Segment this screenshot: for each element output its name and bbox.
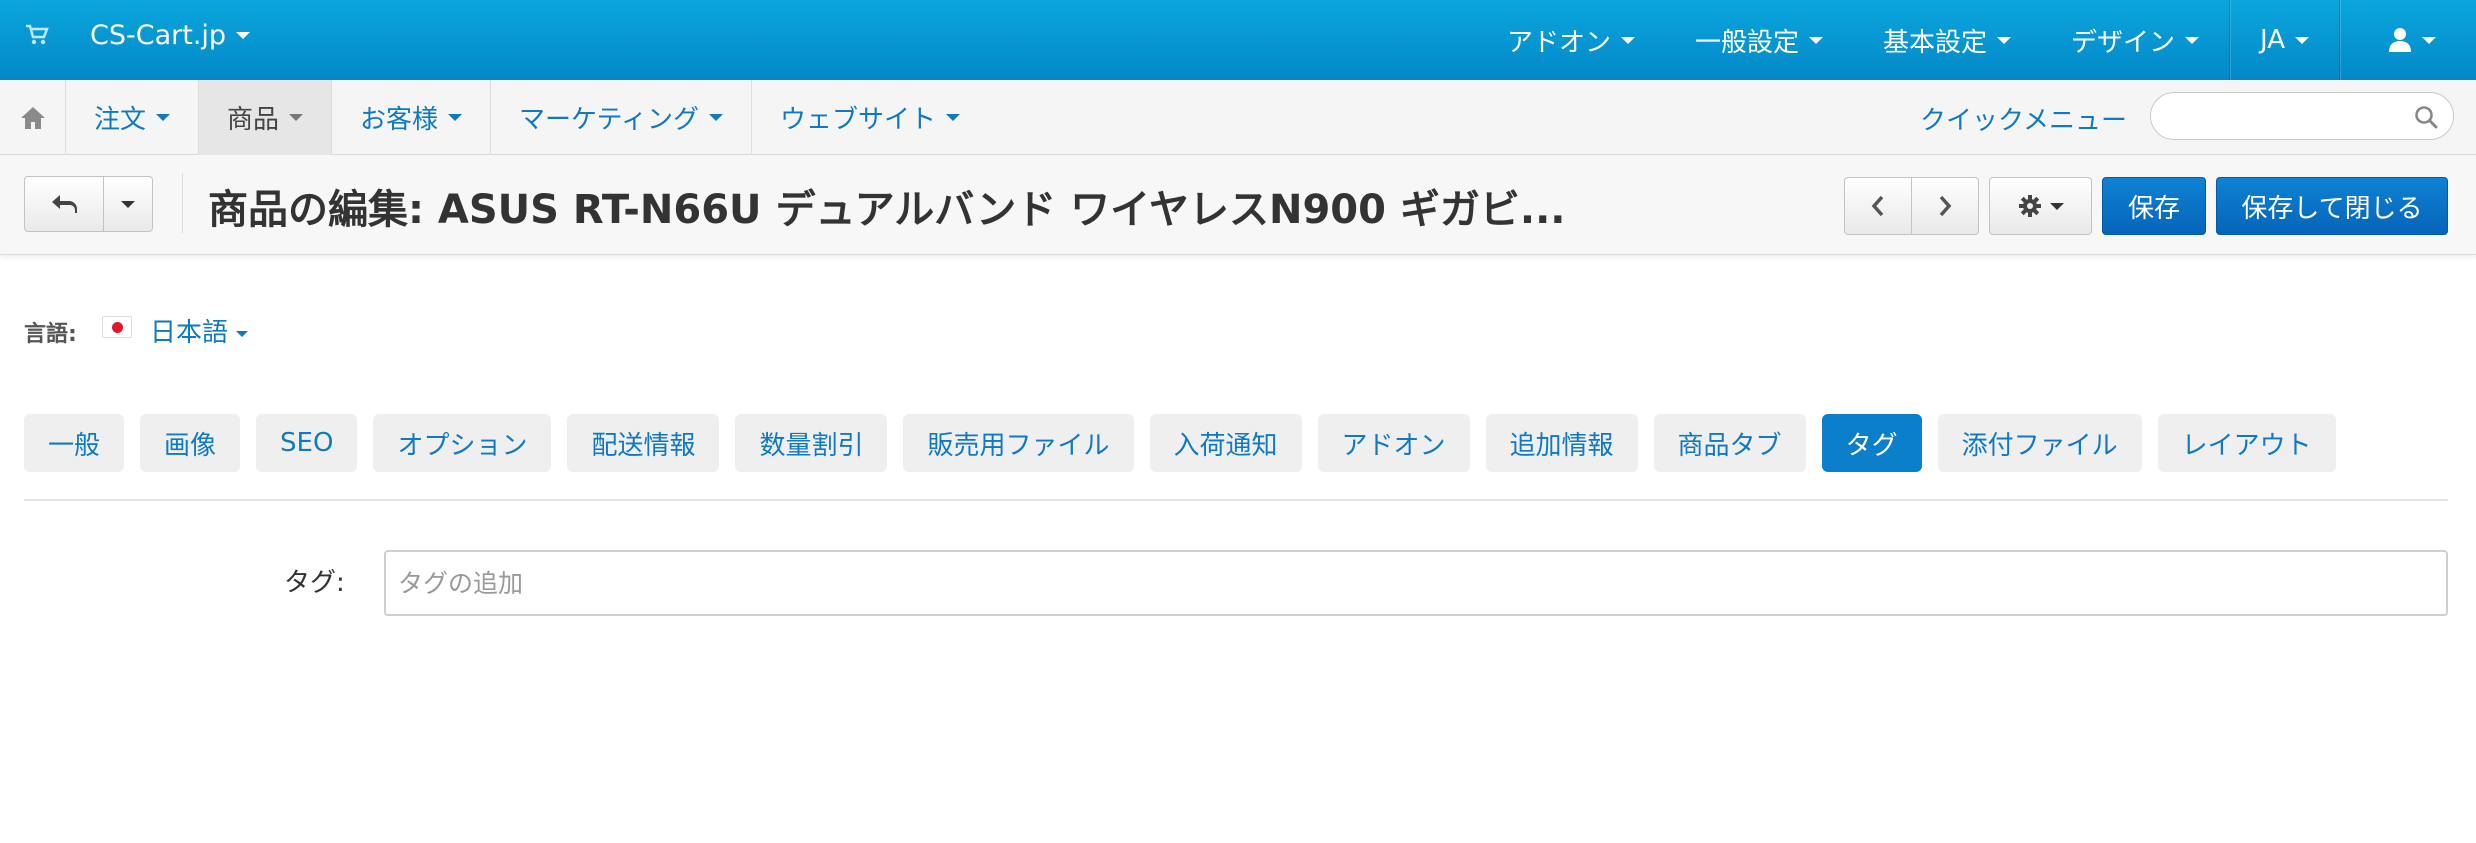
nav-label: お客様 xyxy=(360,105,439,135)
tab-addons[interactable]: アドオン xyxy=(1317,414,1470,472)
quick-menu-link[interactable]: クイックメニュー xyxy=(1920,100,2127,137)
top-menu-design[interactable]: デザイン xyxy=(2041,0,2229,80)
search-icon[interactable] xyxy=(2413,104,2439,130)
chevron-down-icon xyxy=(708,114,723,121)
chevron-down-icon xyxy=(1808,36,1823,44)
nav-marketing[interactable]: マーケティング xyxy=(491,80,752,155)
search-box xyxy=(2150,92,2454,140)
save-and-close-button[interactable]: 保存して閉じる xyxy=(2216,177,2448,235)
nav-customers[interactable]: お客様 xyxy=(332,80,492,155)
chevron-down-icon xyxy=(2295,36,2309,44)
chevron-down-icon xyxy=(2049,202,2064,210)
back-dropdown-button[interactable] xyxy=(103,176,153,232)
save-and-close-label: 保存して閉じる xyxy=(2241,193,2423,224)
tab-attachments[interactable]: 添付ファイル xyxy=(1937,414,2142,472)
top-menu-basic-settings[interactable]: 基本設定 xyxy=(1853,0,2041,80)
tab-quantity-discounts[interactable]: 数量割引 xyxy=(735,414,888,472)
chevron-down-icon xyxy=(2185,36,2199,44)
reply-arrow-icon xyxy=(52,195,77,213)
back-button[interactable] xyxy=(24,176,104,232)
chevron-right-icon xyxy=(1939,195,1952,217)
nav-website[interactable]: ウェブサイト xyxy=(752,80,988,155)
cart-icon[interactable] xyxy=(24,22,50,48)
tab-seo[interactable]: SEO xyxy=(256,414,358,472)
store-brand-label: CS-Cart.jp xyxy=(90,20,227,51)
divider xyxy=(182,173,183,233)
gear-icon xyxy=(2018,195,2041,217)
home-icon xyxy=(20,106,45,129)
tab-images[interactable]: 画像 xyxy=(140,414,241,472)
language-menu[interactable]: JA xyxy=(2230,0,2339,80)
top-menu-label: アドオン xyxy=(1506,27,1611,58)
tab-general[interactable]: 一般 xyxy=(24,414,125,472)
top-menu: アドオン 一般設定 基本設定 デザイン JA xyxy=(1477,0,2476,80)
chevron-left-icon xyxy=(1871,195,1884,217)
home-button[interactable] xyxy=(0,80,66,155)
tab-product-tabs[interactable]: 商品タブ xyxy=(1653,414,1806,472)
tags-field xyxy=(384,550,2448,616)
top-menu-general-settings[interactable]: 一般設定 xyxy=(1665,0,1853,80)
search-input[interactable] xyxy=(2169,93,2419,137)
top-menu-addons[interactable]: アドオン xyxy=(1477,0,1665,80)
product-tabs: 一般 画像 SEO オプション 配送情報 数量割引 販売用ファイル 入荷通知 ア… xyxy=(24,414,2336,472)
main-menu: 注文 商品 お客様 マーケティング ウェブサイト xyxy=(66,80,988,155)
nav-label: マーケティング xyxy=(519,105,699,135)
language-selector: 言語: 日本語 xyxy=(24,316,249,348)
top-menu-label: 基本設定 xyxy=(1882,27,1987,58)
tab-subscribers[interactable]: 入荷通知 xyxy=(1149,414,1302,472)
next-product-button[interactable] xyxy=(1911,177,1979,235)
language-code: JA xyxy=(2260,25,2285,55)
chevron-down-icon xyxy=(156,114,171,121)
tabs-divider xyxy=(24,499,2448,501)
chevron-down-icon xyxy=(945,114,960,121)
page-title: 商品の編集: ASUS RT-N66U デュアルバンド ワイヤレスN900 ギガ… xyxy=(208,187,1566,233)
store-brand-dropdown[interactable]: CS-Cart.jp xyxy=(90,20,251,51)
chevron-down-icon xyxy=(289,114,304,121)
language-dropdown[interactable]: 日本語 xyxy=(150,312,249,349)
top-menu-label: 一般設定 xyxy=(1694,27,1799,58)
chevron-down-icon xyxy=(1996,36,2011,44)
tab-tags[interactable]: タグ xyxy=(1821,414,1922,472)
settings-dropdown-button[interactable] xyxy=(1989,177,2092,235)
language-value: 日本語 xyxy=(150,318,229,348)
tab-shipping[interactable]: 配送情報 xyxy=(567,414,720,472)
page-header: 商品の編集: ASUS RT-N66U デュアルバンド ワイヤレスN900 ギガ… xyxy=(0,155,2476,255)
top-menu-label: デザイン xyxy=(2070,27,2175,58)
main-navbar: 注文 商品 お客様 マーケティング ウェブサイト クイックメニュー xyxy=(0,80,2476,155)
top-navbar: CS-Cart.jp アドオン 一般設定 基本設定 デザイン JA xyxy=(0,0,2476,80)
user-icon xyxy=(2389,28,2411,52)
chevron-down-icon xyxy=(236,330,249,337)
nav-products[interactable]: 商品 xyxy=(199,80,333,155)
nav-label: 注文 xyxy=(94,105,147,135)
save-button[interactable]: 保存 xyxy=(2102,177,2206,235)
chevron-down-icon xyxy=(448,114,463,121)
chevron-down-icon xyxy=(121,200,135,208)
nav-orders[interactable]: 注文 xyxy=(66,80,200,155)
prev-product-button[interactable] xyxy=(1844,177,1912,235)
user-menu[interactable] xyxy=(2340,0,2476,80)
tab-files[interactable]: 販売用ファイル xyxy=(903,414,1134,472)
nav-label: ウェブサイト xyxy=(779,105,936,135)
japan-flag-icon xyxy=(102,316,132,338)
tab-features[interactable]: 追加情報 xyxy=(1485,414,1638,472)
chevron-down-icon xyxy=(1620,36,1635,44)
tab-options[interactable]: オプション xyxy=(373,414,552,472)
chevron-down-icon xyxy=(2422,36,2436,44)
save-button-label: 保存 xyxy=(2127,193,2180,224)
language-label: 言語: xyxy=(24,322,77,347)
nav-label: 商品 xyxy=(227,105,280,135)
tags-input[interactable] xyxy=(386,552,2446,614)
tab-layout[interactable]: レイアウト xyxy=(2157,414,2336,472)
tags-label: タグ: xyxy=(284,568,345,598)
chevron-down-icon xyxy=(236,32,251,39)
